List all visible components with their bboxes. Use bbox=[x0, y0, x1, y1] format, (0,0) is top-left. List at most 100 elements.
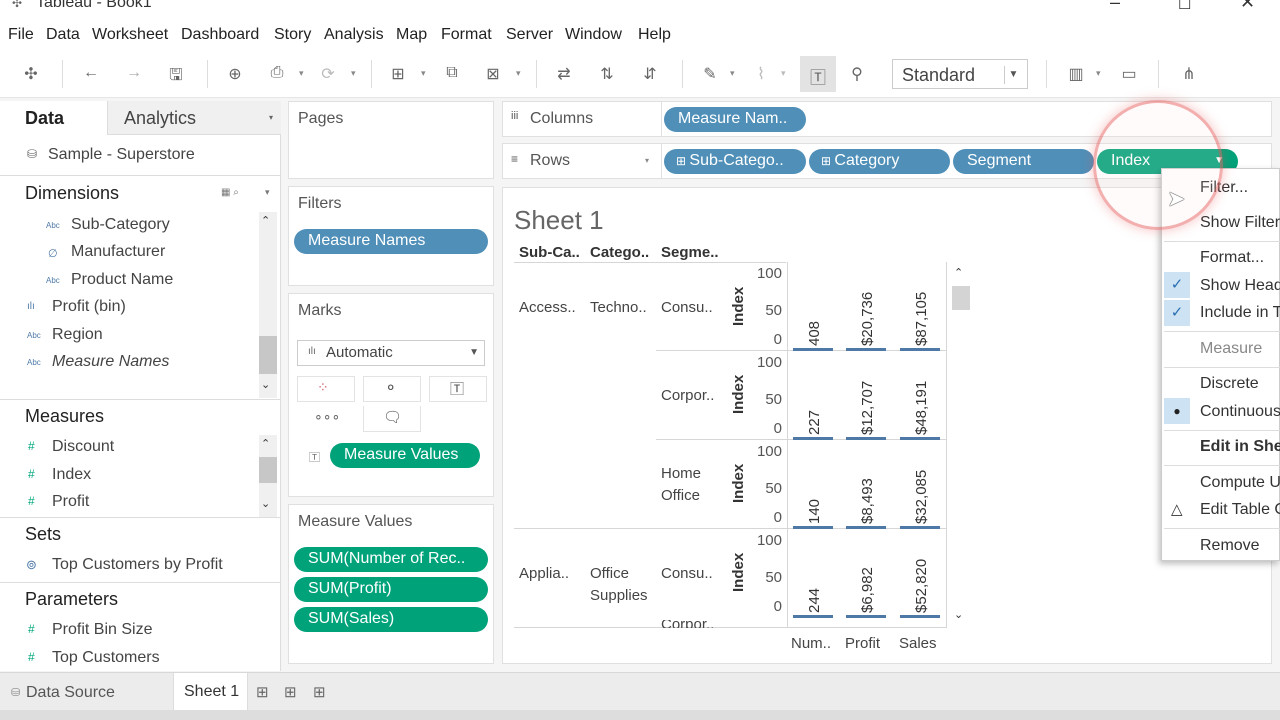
share-icon[interactable]: ⋔ bbox=[1178, 64, 1200, 84]
chevron-down-icon[interactable]: ⌄ bbox=[261, 378, 270, 391]
sort-descending-icon[interactable]: ⇵ bbox=[639, 64, 661, 84]
axis-label-index[interactable]: Index bbox=[730, 553, 747, 592]
dropdown-arrow-icon[interactable]: ▾ bbox=[299, 68, 304, 79]
param-top-customers[interactable]: Top Customers bbox=[52, 649, 160, 667]
measures-scrollbar[interactable]: ⌃ ⌄ bbox=[259, 435, 277, 517]
menu-item-compute-using[interactable]: Compute U bbox=[1200, 474, 1280, 492]
pages-card[interactable]: Pages bbox=[288, 101, 494, 179]
bar-mark[interactable] bbox=[846, 437, 886, 440]
row-category-line1[interactable]: Office bbox=[590, 565, 629, 582]
group-members-icon[interactable]: ⌇ bbox=[750, 64, 772, 84]
chevron-down-icon[interactable]: ▾ bbox=[265, 187, 270, 198]
tab-analytics[interactable]: Analytics ▾ bbox=[107, 101, 281, 135]
new-worksheet-icon[interactable]: ⊞ bbox=[387, 64, 409, 84]
maximize-icon[interactable]: ☐ bbox=[1178, 0, 1191, 13]
new-story-icon[interactable]: ⊞ bbox=[313, 683, 326, 701]
tooltip-button[interactable]: 🗨 bbox=[363, 406, 421, 432]
detail-button[interactable]: ∘∘∘ bbox=[297, 406, 355, 432]
field-index[interactable]: Index bbox=[52, 466, 91, 484]
menu-item-format[interactable]: Format... bbox=[1200, 249, 1264, 267]
field-discount[interactable]: Discount bbox=[52, 438, 114, 456]
row-segment-line1[interactable]: Home bbox=[661, 465, 701, 482]
measure-pill-number-of-records[interactable]: SUM(Number of Rec.. bbox=[294, 547, 488, 572]
menu-map[interactable]: Map bbox=[396, 26, 427, 44]
filters-card[interactable]: Filters Measure Names bbox=[288, 186, 494, 286]
field-product-name[interactable]: Product Name bbox=[71, 271, 173, 289]
bar-mark[interactable] bbox=[793, 526, 833, 529]
redo-icon[interactable]: → bbox=[123, 64, 145, 82]
fit-dropdown[interactable]: Standard ▼ bbox=[892, 59, 1028, 89]
label-button[interactable]: 🅃 bbox=[429, 376, 487, 402]
field-profit-bin[interactable]: Profit (bin) bbox=[52, 298, 126, 316]
presentation-mode-icon[interactable]: ▭ bbox=[1118, 64, 1140, 84]
sort-ascending-icon[interactable]: ⇅ bbox=[596, 64, 618, 84]
field-region[interactable]: Region bbox=[52, 326, 103, 344]
dropdown-arrow-icon[interactable]: ▾ bbox=[730, 68, 735, 79]
menu-help[interactable]: Help bbox=[638, 26, 671, 44]
chevron-up-icon[interactable]: ⌃ bbox=[261, 437, 270, 450]
bar-mark[interactable] bbox=[793, 615, 833, 618]
menu-item-show-filter[interactable]: Show Filter bbox=[1200, 214, 1280, 232]
header-sub-category[interactable]: Sub-Ca.. bbox=[519, 244, 580, 261]
fix-axes-icon[interactable]: ⚲ bbox=[846, 64, 868, 84]
row-category-line2[interactable]: Supplies bbox=[590, 587, 648, 604]
measure-header-number[interactable]: Num.. bbox=[791, 635, 831, 652]
measure-header-profit[interactable]: Profit bbox=[845, 635, 880, 652]
chevron-up-icon[interactable]: ⌃ bbox=[261, 214, 270, 227]
menu-item-measure[interactable]: Measure bbox=[1200, 340, 1262, 358]
row-sub-category[interactable]: Access.. bbox=[519, 299, 576, 316]
new-worksheet-icon[interactable]: ⊞ bbox=[256, 683, 269, 701]
row-pill-sub-category[interactable]: ⊞ Sub-Catego.. bbox=[664, 149, 806, 174]
undo-icon[interactable]: ← bbox=[80, 64, 102, 82]
menu-item-continuous[interactable]: Continuous bbox=[1200, 403, 1280, 421]
size-button[interactable]: ⚬ bbox=[363, 376, 421, 402]
show-cards-icon[interactable]: ▥ bbox=[1065, 64, 1087, 84]
measure-pill-sales[interactable]: SUM(Sales) bbox=[294, 607, 488, 632]
menu-data[interactable]: Data bbox=[46, 26, 80, 44]
menu-item-include-in-tooltip[interactable]: Include in T bbox=[1200, 304, 1280, 322]
pause-updates-icon[interactable]: ⎙ bbox=[266, 64, 288, 82]
field-manufacturer[interactable]: Manufacturer bbox=[71, 243, 165, 261]
bar-mark[interactable] bbox=[900, 526, 940, 529]
row-segment[interactable]: Corpor.. bbox=[661, 387, 714, 404]
column-pill-measure-names[interactable]: Measure Nam.. bbox=[664, 107, 806, 132]
set-top-customers[interactable]: Top Customers by Profit bbox=[52, 556, 223, 574]
refresh-icon[interactable]: ⟳ bbox=[317, 64, 339, 84]
dropdown-arrow-icon[interactable]: ▾ bbox=[351, 68, 356, 79]
bar-mark[interactable] bbox=[846, 526, 886, 529]
mark-type-dropdown[interactable]: ılı Automatic ▼ bbox=[297, 340, 485, 366]
menu-dashboard[interactable]: Dashboard bbox=[181, 26, 259, 44]
row-pill-segment[interactable]: Segment bbox=[953, 149, 1094, 174]
row-segment[interactable]: Consu.. bbox=[661, 565, 713, 582]
row-segment[interactable]: Consu.. bbox=[661, 299, 713, 316]
minimize-icon[interactable]: – bbox=[1110, 0, 1120, 13]
close-icon[interactable]: ✕ bbox=[1240, 0, 1255, 13]
bar-mark[interactable] bbox=[846, 615, 886, 618]
text-label-icon[interactable]: 🅃 bbox=[807, 64, 829, 88]
scrollbar-thumb[interactable] bbox=[952, 286, 970, 310]
tab-sheet-1[interactable]: Sheet 1 bbox=[173, 673, 248, 711]
bar-mark[interactable] bbox=[846, 348, 886, 351]
row-segment-line2[interactable]: Office bbox=[661, 487, 700, 504]
bar-mark[interactable] bbox=[793, 437, 833, 440]
dropdown-arrow-icon[interactable]: ▾ bbox=[421, 68, 426, 79]
view-scrollbar[interactable]: ⌃ ⌄ bbox=[952, 264, 970, 628]
field-sub-category[interactable]: Sub-Category bbox=[71, 216, 170, 234]
chevron-down-icon[interactable]: ⌄ bbox=[261, 497, 270, 510]
tableau-logo-icon[interactable]: ✣ bbox=[20, 64, 42, 84]
menu-format[interactable]: Format bbox=[441, 26, 492, 44]
row-category[interactable]: Techno.. bbox=[590, 299, 647, 316]
menu-item-remove[interactable]: Remove bbox=[1200, 537, 1260, 555]
swap-rows-columns-icon[interactable]: ⇄ bbox=[553, 64, 575, 84]
dropdown-arrow-icon[interactable]: ▾ bbox=[516, 68, 521, 79]
row-sub-category[interactable]: Applia.. bbox=[519, 565, 569, 582]
menu-server[interactable]: Server bbox=[506, 26, 553, 44]
highlight-icon[interactable]: ✎ bbox=[699, 64, 721, 84]
header-category[interactable]: Catego.. bbox=[590, 244, 649, 261]
bar-mark[interactable] bbox=[900, 348, 940, 351]
axis-label-index[interactable]: Index bbox=[730, 375, 747, 414]
view-toggle-icon[interactable]: ▦ ⌕ bbox=[221, 187, 239, 198]
new-datasource-icon[interactable]: ⊕ bbox=[224, 64, 246, 84]
chevron-down-icon[interactable]: ▾ bbox=[645, 156, 649, 165]
tab-data-source[interactable]: Data Source bbox=[26, 684, 115, 702]
